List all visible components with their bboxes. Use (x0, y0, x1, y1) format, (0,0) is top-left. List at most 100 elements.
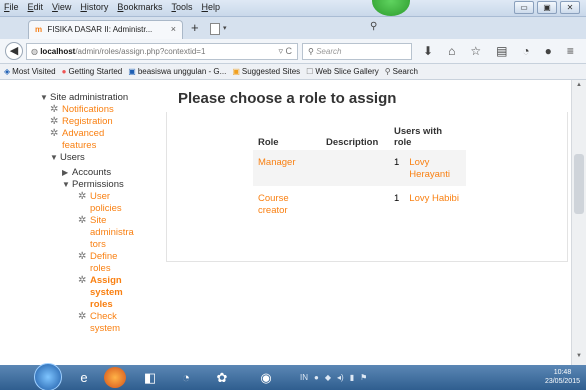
menu-help[interactable]: Help (201, 2, 220, 12)
scrollbar-thumb[interactable] (574, 154, 584, 214)
tree-site-administrators-line3[interactable]: tors (90, 239, 106, 250)
bookmark-star-icon[interactable]: ☆ (470, 44, 481, 58)
menu-bar: File Edit View History Bookmarks Tools H… (0, 0, 586, 17)
paint-icon[interactable]: ✿ (208, 367, 236, 388)
role-link-course-creator[interactable]: Course (258, 193, 316, 205)
tree-assign-system-roles[interactable]: ✲ Assign (40, 275, 134, 287)
reload-icon[interactable]: ▿ C (278, 46, 292, 57)
tree-user-policies[interactable]: ✲ User (40, 191, 134, 203)
menu-file[interactable]: File (4, 2, 19, 12)
firefox-taskbar-icon[interactable] (104, 367, 126, 388)
moodle-favicon-icon: m (35, 25, 43, 34)
users-cell: Lovy Herayanti (404, 150, 467, 186)
page-icon (210, 23, 220, 35)
menu: File Edit View History Bookmarks Tools H… (4, 2, 220, 12)
minimize-button[interactable]: ▭ (514, 1, 534, 14)
admin-tree: ▼ Site administration ✲ Notifications ✲ Reg… (40, 92, 134, 335)
scroll-up-arrow-icon[interactable]: ▲ (574, 82, 584, 92)
reading-list-icon[interactable]: ▤ (496, 44, 507, 58)
home-icon[interactable]: ⌂ (448, 44, 455, 58)
download-icon[interactable]: ⬇ (423, 44, 433, 58)
clock-time: 10:48 (553, 369, 572, 376)
tree-users[interactable]: ▼ Users (40, 152, 134, 164)
gear-icon: ✲ (50, 104, 59, 115)
menu-history[interactable]: History (80, 2, 108, 12)
url-bar[interactable]: ◍ localhost/admin/roles/assign.php?conte… (26, 43, 298, 60)
tree-registration[interactable]: ✲ Registration (40, 116, 134, 128)
menu-edit[interactable]: Edit (28, 2, 44, 12)
role-link-manager[interactable]: Manager (258, 157, 296, 168)
pocket-icon[interactable]: ◔ (522, 44, 529, 58)
tray-shield-icon[interactable]: ◆ (325, 373, 331, 382)
tab-close-icon[interactable]: × (171, 24, 176, 34)
google-icon: ▣ (128, 67, 136, 76)
maximize-button[interactable]: ▣ (537, 1, 557, 14)
back-button[interactable]: ◀ (5, 42, 23, 60)
tray-volume-icon[interactable]: ◂) (337, 373, 344, 382)
search-icon: ⚲ (308, 47, 317, 56)
vertical-scrollbar[interactable]: ▲ ▼ (571, 80, 586, 365)
bookmark-beasiswa[interactable]: ▣ beasiswa unggulan - G... (128, 67, 226, 76)
tree-notifications[interactable]: ✲ Notifications (40, 104, 134, 116)
tree-user-policies-line2[interactable]: policies (90, 203, 122, 214)
tree-accounts[interactable]: ▶ Accounts (40, 167, 134, 179)
user-link[interactable]: Lovy (409, 157, 461, 169)
tab-title: FISIKA DASAR II: Administr... (47, 25, 153, 34)
bookmark-most-visited[interactable]: ◈ Most Visited (4, 67, 56, 76)
menu-bookmarks[interactable]: Bookmarks (117, 2, 162, 12)
tab-active[interactable]: m FISIKA DASAR II: Administr... × (28, 20, 183, 39)
globe-icon: ◍ (31, 47, 41, 56)
role-link-course-creator-line2[interactable]: creator (258, 205, 316, 217)
column-header-users-with-role: Users with role (389, 124, 466, 150)
bookmark-getting-started[interactable]: ● Getting Started (62, 67, 123, 76)
tree-advanced-features-line2[interactable]: features (62, 140, 96, 151)
roles-table: Role Description Users with role Manager… (253, 124, 467, 222)
bookmark-search[interactable]: ⚲ Search (385, 67, 418, 76)
tree-permissions[interactable]: ▼ Permissions (40, 179, 134, 191)
tree-check-system-permissions-line2[interactable]: system (90, 323, 120, 334)
navigation-bar: ◀ ◍ localhost/admin/roles/assign.php?con… (0, 39, 586, 64)
new-tab-button[interactable]: + (191, 20, 199, 35)
tab-search-icon[interactable]: ⚲ (370, 21, 377, 32)
menu-tools[interactable]: Tools (171, 2, 192, 12)
search-input[interactable]: ⚲ Search (302, 43, 412, 60)
system-tray: IN ● ◆ ◂) ▮ ⚑ (300, 373, 367, 382)
web-slice-icon: ☐ (306, 67, 314, 76)
bookmark-web-slice[interactable]: ☐ Web Slice Gallery (306, 67, 379, 76)
tray-flag-icon[interactable]: ⚑ (360, 373, 367, 382)
language-indicator[interactable]: IN (300, 373, 308, 382)
gear-icon: ✲ (50, 116, 59, 127)
tree-advanced-features[interactable]: ✲ Advanced (40, 128, 134, 140)
chevron-down-icon[interactable]: ▾ (223, 24, 227, 32)
menu-view[interactable]: View (52, 2, 71, 12)
user-link-line2[interactable]: Herayanti (409, 169, 461, 181)
internet-explorer-icon[interactable]: e (70, 367, 98, 388)
hamburger-menu-icon[interactable]: ≡ (567, 44, 574, 58)
tray-network-icon[interactable]: ▮ (350, 373, 354, 382)
toolbar-icons: ⬇ ⌂ ☆ ▤ ◔ ● ≡ (423, 44, 574, 58)
tree-define-roles-line2[interactable]: roles (90, 263, 111, 274)
tray-app-icon[interactable]: ● (314, 373, 319, 382)
gear-icon: ✲ (78, 215, 87, 226)
office-icon[interactable]: ◧ (136, 367, 164, 388)
tree-check-system-permissions[interactable]: ✲ Check (40, 311, 134, 323)
tree-define-roles[interactable]: ✲ Define (40, 251, 134, 263)
tree-assign-system-roles-line3[interactable]: roles (90, 299, 113, 310)
bookmark-suggested-sites[interactable]: ▣ Suggested Sites (232, 67, 300, 76)
tree-site-administrators[interactable]: ✲ Site (40, 215, 134, 227)
bookmark-icon: ◈ (4, 67, 11, 76)
page-title: Please choose a role to assign (178, 90, 397, 107)
scroll-down-arrow-icon[interactable]: ▼ (574, 353, 584, 363)
close-window-button[interactable]: ✕ (560, 1, 580, 14)
chrome-like-icon[interactable]: ◔ (172, 367, 200, 388)
triangle-right-icon: ▶ (62, 168, 69, 177)
user-link[interactable]: Lovy Habibi (409, 193, 461, 205)
tree-site-administrators-line2[interactable]: administra (90, 227, 134, 238)
tree-site-admin[interactable]: ▼ Site administration (40, 92, 134, 104)
start-button[interactable] (34, 363, 62, 390)
taskbar-clock[interactable]: 10:48 23/05/2015 (545, 368, 580, 386)
url-host: localhost (40, 47, 76, 56)
media-icon[interactable]: ◉ (252, 367, 280, 388)
tree-assign-system-roles-line2[interactable]: system (90, 287, 123, 298)
chat-icon[interactable]: ● (545, 44, 552, 58)
